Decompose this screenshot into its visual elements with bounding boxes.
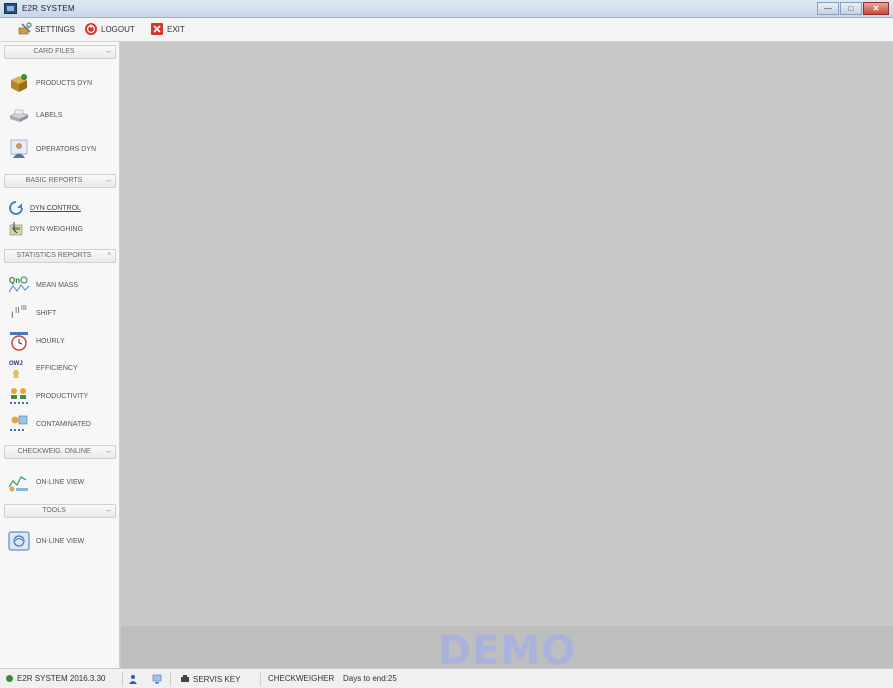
collapse-icon: – [106,176,111,185]
section-tools[interactable]: TOOLS – [4,504,116,518]
servis-key-label: SERVIS KEY [193,674,241,684]
sidebar: CARD FILES – PRODUCTS DYN LABELS OPERATO… [0,42,120,668]
mean-mass-icon: Qn [8,274,30,296]
version-text: E2R SYSTEM 2016.3.30 [17,674,106,683]
collapse-icon: ^ [107,251,111,260]
close-button[interactable]: ✕ [863,2,889,15]
minimize-icon: — [824,4,832,13]
settings-icon [18,22,32,36]
sidebar-item-label: SHIFT [36,309,57,317]
minimize-button[interactable]: — [817,2,839,15]
device-label: CHECKWEIGHER [268,674,335,683]
status-dot-icon [6,675,13,682]
close-icon: ✕ [872,4,880,13]
operator-icon [8,138,30,160]
sidebar-item-productivity[interactable]: PRODUCTIVITY [8,385,116,407]
sidebar-item-products-dyn[interactable]: PRODUCTS DYN [8,72,116,94]
logout-icon [84,22,98,36]
network-icon[interactable] [152,674,162,684]
section-card-files-label: CARD FILES [33,48,75,55]
days-to-end: Days to end:25 [343,674,397,683]
exit-label: EXIT [167,24,185,34]
settings-button[interactable]: SETTINGS [18,22,75,36]
sidebar-item-label: OPERATORS DYN [36,145,97,153]
sidebar-item-dyn-control[interactable]: DYN CONTROL [8,200,116,216]
control-icon [8,200,24,216]
main-workspace [121,42,893,626]
settings-label: SETTINGS [35,24,76,34]
window-controls: — □ ✕ [816,2,889,15]
logout-label: LOGOUT [101,24,135,34]
user-icon[interactable] [128,674,138,684]
exit-icon [150,22,164,36]
toolbar: SETTINGS LOGOUT EXIT [0,18,893,42]
sidebar-item-online-view-tools[interactable]: ON-LINE VIEW [8,530,116,552]
key-icon [181,675,189,682]
sidebar-item-label: PRODUCTIVITY [36,392,89,400]
efficiency-icon: OWJ [8,357,30,379]
sidebar-item-label: LABELS [36,111,63,119]
sidebar-item-dyn-weighing[interactable]: DYN WEIGHING [8,221,116,237]
sidebar-item-label: DYN CONTROL [30,204,81,212]
sidebar-item-label: PRODUCTS DYN [36,79,93,87]
efficiency-icon-text: OWJ [9,361,23,367]
collapse-icon: – [106,447,111,456]
status-separator [260,672,261,686]
section-basic-reports-label: BASIC REPORTS [25,177,83,184]
sidebar-item-label: HOURLY [36,337,65,345]
sidebar-item-contaminated[interactable]: CONTAMINATED [8,413,116,435]
sidebar-item-label: ON-LINE VIEW [36,537,85,545]
section-statistics-reports-label: STATISTICS REPORTS [16,252,92,259]
exit-button[interactable]: EXIT [150,22,185,36]
collapse-icon: – [106,47,111,56]
status-separator [170,672,171,686]
svg-text:III: III [21,305,27,312]
contaminated-icon [8,413,30,435]
svg-text:I: I [11,310,14,320]
online-view-icon [8,530,30,552]
box-icon [8,72,30,94]
section-checkweig-online-label: CHECKWEIG. ONLINE [17,448,91,455]
section-tools-label: TOOLS [42,507,66,514]
section-checkweig-online[interactable]: CHECKWEIG. ONLINE – [4,445,116,459]
weighing-icon [8,221,24,237]
section-basic-reports[interactable]: BASIC REPORTS – [4,174,116,188]
servis-key[interactable]: SERVIS KEY [180,674,240,684]
sidebar-item-labels[interactable]: LABELS [8,104,116,126]
sidebar-item-online-view-checkweig[interactable]: ON-LINE VIEW [8,471,116,493]
demo-banner: DEMO [121,626,893,674]
section-card-files[interactable]: CARD FILES – [4,45,116,59]
status-bar: E2R SYSTEM 2016.3.30 SERVIS KEY CHECKWEI… [0,668,893,688]
sidebar-item-label: DYN WEIGHING [30,225,83,233]
sidebar-item-label: EFFICIENCY [36,364,78,372]
section-statistics-reports[interactable]: STATISTICS REPORTS ^ [4,249,116,263]
title-bar: E2R SYSTEM — □ ✕ [0,0,893,18]
sidebar-item-shift[interactable]: I II III SHIFT [8,302,116,324]
maximize-button[interactable]: □ [840,2,862,15]
collapse-icon: – [106,506,111,515]
clock-icon [8,330,30,352]
status-separator [122,672,123,686]
app-icon [4,3,17,14]
sidebar-item-label: ON-LINE VIEW [36,478,85,486]
sidebar-item-operators-dyn[interactable]: OPERATORS DYN [8,138,116,160]
logout-button[interactable]: LOGOUT [84,22,135,36]
online-chart-icon [8,471,30,493]
sidebar-item-label: MEAN MASS [36,281,79,289]
sidebar-item-efficiency[interactable]: OWJ EFFICIENCY [8,357,116,379]
sidebar-item-hourly[interactable]: HOURLY [8,330,116,352]
sidebar-item-label: CONTAMINATED [36,420,91,428]
status-version: E2R SYSTEM 2016.3.30 [6,674,106,683]
maximize-icon: □ [848,4,854,13]
mean-mass-icon-text: Qn [9,276,20,285]
productivity-icon [8,385,30,407]
sidebar-item-mean-mass[interactable]: Qn MEAN MASS [8,274,116,296]
svg-text:II: II [15,306,19,315]
printer-icon [8,104,30,126]
shift-icon: I II III [8,302,30,324]
window-title: E2R SYSTEM [22,4,75,13]
